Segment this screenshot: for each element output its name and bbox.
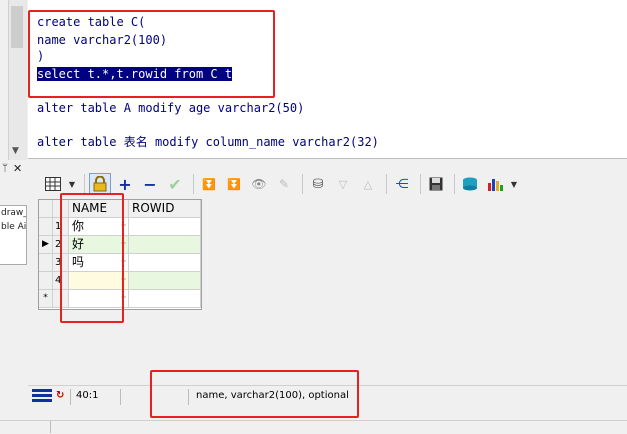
- post-icon[interactable]: ✔: [164, 173, 186, 195]
- cell-rowid[interactable]: [129, 218, 201, 235]
- chart-icon[interactable]: [484, 173, 506, 195]
- highlight-box-status: [150, 370, 359, 418]
- scroll-down-icon[interactable]: ▼: [12, 146, 19, 156]
- cursor-position: 40:1: [76, 390, 99, 401]
- record-indicator-icon: [32, 389, 52, 406]
- highlight-box-sql: [28, 10, 275, 98]
- delete-record-icon[interactable]: −: [139, 173, 161, 195]
- toolbar-separator: [386, 174, 387, 194]
- clear-icon[interactable]: ✎: [273, 173, 295, 195]
- code-segment: modify column_name varchar2(32): [147, 135, 379, 149]
- editor-vertical-scrollbar[interactable]: ▼: [8, 0, 27, 160]
- code-line-6: alter table 表名 modify column_name varcha…: [37, 134, 379, 150]
- row-indicator: [39, 272, 53, 289]
- column-header-rowid[interactable]: ROWID: [129, 200, 201, 217]
- bottom-tab[interactable]: [0, 421, 51, 433]
- dropdown-arrow-icon[interactable]: ▼: [509, 173, 519, 195]
- cell-rowid[interactable]: [129, 236, 201, 253]
- fetch-next-icon[interactable]: ⏬: [198, 173, 220, 195]
- export-icon[interactable]: [459, 173, 481, 195]
- cell-rowid[interactable]: [129, 272, 201, 289]
- fetch-last-icon[interactable]: ⏬: [223, 173, 245, 195]
- scrollbar-thumb[interactable]: [11, 6, 23, 48]
- toolbar-separator: [420, 174, 421, 194]
- row-indicator: [39, 254, 53, 271]
- table-name-placeholder: 表名: [123, 135, 148, 149]
- row-indicator: [39, 218, 53, 235]
- add-record-icon[interactable]: +: [114, 173, 136, 195]
- toolbar-separator: [302, 174, 303, 194]
- close-icon[interactable]: ✕: [13, 162, 22, 175]
- dropdown-arrow-icon[interactable]: ▼: [67, 173, 77, 195]
- filter-down-icon[interactable]: ▽: [332, 173, 354, 195]
- header-corner: [39, 200, 53, 217]
- bottom-strip: [0, 420, 627, 434]
- code-segment: alter table: [37, 135, 124, 149]
- left-panel-list[interactable]: draw_i ble Ai: [0, 205, 27, 265]
- toolbar-separator: [84, 174, 85, 194]
- lock-icon[interactable]: [89, 173, 111, 195]
- highlight-box-name-column: [60, 193, 124, 323]
- status-separator: [120, 389, 121, 405]
- cell-rowid[interactable]: [129, 290, 201, 307]
- code-line-5: alter table A modify age varchar2(50): [37, 101, 305, 115]
- list-item[interactable]: draw_i: [0, 206, 26, 220]
- pin-icon[interactable]: ᛘ: [2, 163, 8, 174]
- cell-rowid[interactable]: [129, 254, 201, 271]
- grid-icon[interactable]: [42, 173, 64, 195]
- status-separator: [70, 389, 71, 405]
- new-row-marker: *: [39, 290, 53, 307]
- hierarchy-icon[interactable]: ⋲: [391, 173, 413, 195]
- current-row-arrow-icon: ▶: [39, 236, 53, 253]
- toolbar-separator: [193, 174, 194, 194]
- filter-up-icon[interactable]: △: [357, 173, 379, 195]
- find-icon[interactable]: 👁: [248, 173, 270, 195]
- toolbar-separator: [454, 174, 455, 194]
- refresh-icon[interactable]: ↻: [56, 390, 64, 401]
- save-icon[interactable]: [425, 173, 447, 195]
- query-icon[interactable]: ⛁: [307, 173, 329, 195]
- list-item[interactable]: ble Ai: [0, 220, 26, 234]
